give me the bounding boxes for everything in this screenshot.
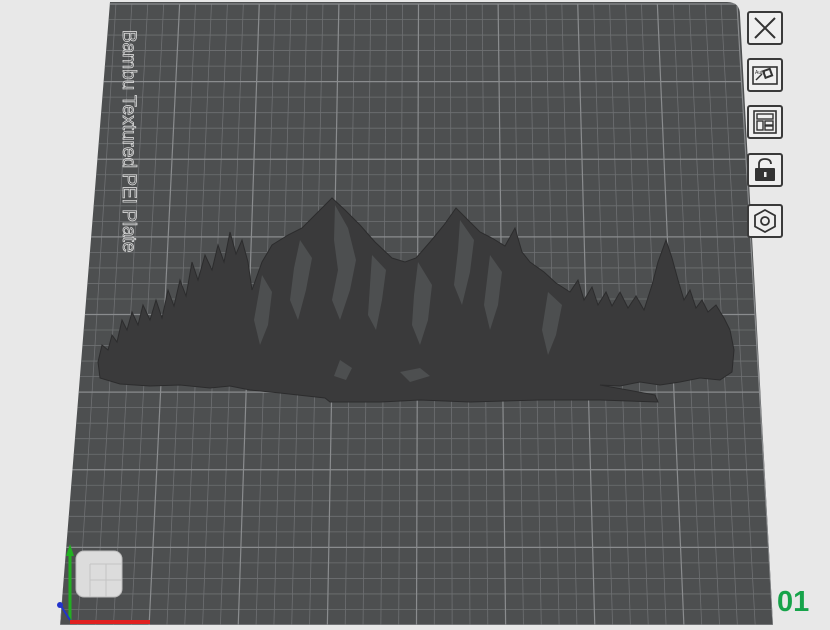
- arrange-icon: [749, 107, 781, 137]
- lock-icon: [749, 155, 781, 185]
- auto-orient-button[interactable]: Auto: [747, 58, 783, 92]
- close-icon: [749, 13, 781, 43]
- lock-plate-button[interactable]: [747, 153, 783, 187]
- gizmo-cube: [76, 551, 122, 597]
- close-plate-button[interactable]: [747, 11, 783, 45]
- arrange-button[interactable]: [747, 105, 783, 139]
- plate-number: 01: [777, 586, 809, 618]
- plate-type-label: Bambu Textured PEI Plate: [118, 30, 139, 253]
- plate-scene: Bambu Textured PEI Plate: [0, 0, 830, 625]
- 3d-viewport[interactable]: Bambu Textured PEI Plate: [0, 0, 830, 625]
- plate-settings-icon: [749, 206, 781, 236]
- svg-text:Auto: Auto: [755, 70, 766, 76]
- auto-orient-icon: Auto: [749, 60, 781, 90]
- plate-settings-button[interactable]: [747, 204, 783, 238]
